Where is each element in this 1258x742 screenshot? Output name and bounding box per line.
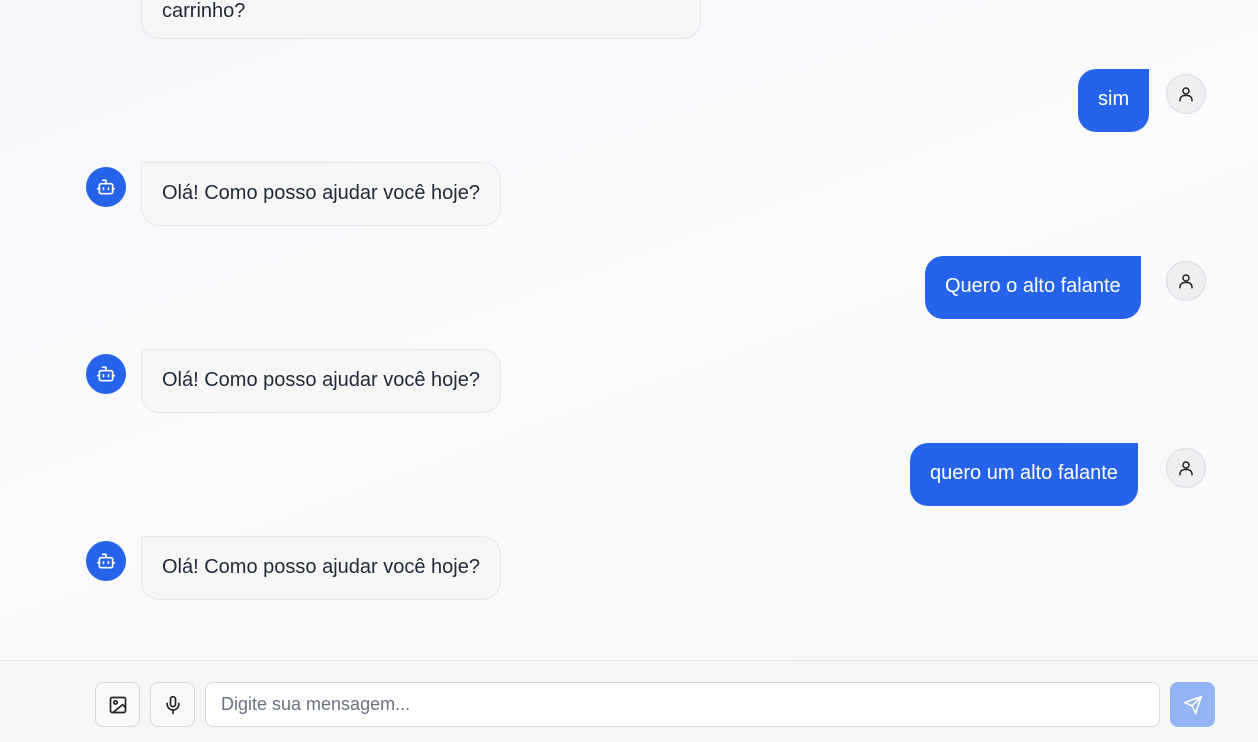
message-text: Olá! Como posso ajudar você hoje? (162, 369, 480, 391)
message-text: Olá! Como posso ajudar você hoje? (162, 556, 480, 578)
image-upload-button[interactable] (95, 682, 140, 727)
user-message: quero um alto falante (910, 443, 1138, 506)
send-icon (1183, 695, 1202, 714)
bot-message: Olá! Como posso ajudar você hoje? (141, 349, 501, 413)
image-icon (109, 696, 126, 713)
user-message: sim (1078, 69, 1150, 132)
message-text: quero um alto falante (930, 462, 1118, 484)
bot-avatar (86, 541, 126, 581)
bot-icon (96, 553, 116, 569)
bot-avatar (86, 167, 126, 207)
user-icon (1179, 461, 1193, 476)
message-composer (0, 660, 1258, 742)
message-text: Olá! Como posso ajudar você hoje? (162, 182, 480, 204)
send-button[interactable] (1170, 682, 1215, 727)
microphone-icon (165, 695, 180, 714)
user-avatar (1166, 74, 1206, 114)
voice-input-button[interactable] (150, 682, 195, 727)
user-icon (1179, 274, 1193, 289)
bot-message: Olá! Como posso ajudar você hoje? (141, 162, 501, 226)
message-input[interactable] (205, 682, 1160, 727)
message-text: sim (1098, 88, 1130, 110)
user-message: Quero o alto falante (925, 256, 1141, 319)
bot-avatar (86, 354, 126, 394)
user-icon (1179, 87, 1193, 102)
bot-message: carrinho? (141, 0, 701, 39)
bot-icon (96, 366, 116, 382)
message-text: carrinho? (162, 0, 246, 22)
user-avatar (1166, 261, 1206, 301)
user-avatar (1166, 448, 1206, 488)
bot-icon (96, 179, 116, 195)
chat-messages: carrinho? sim Olá! Como posso ajudar voc… (0, 0, 1258, 660)
bot-message: Olá! Como posso ajudar você hoje? (141, 536, 501, 600)
message-text: Quero o alto falante (945, 275, 1121, 297)
